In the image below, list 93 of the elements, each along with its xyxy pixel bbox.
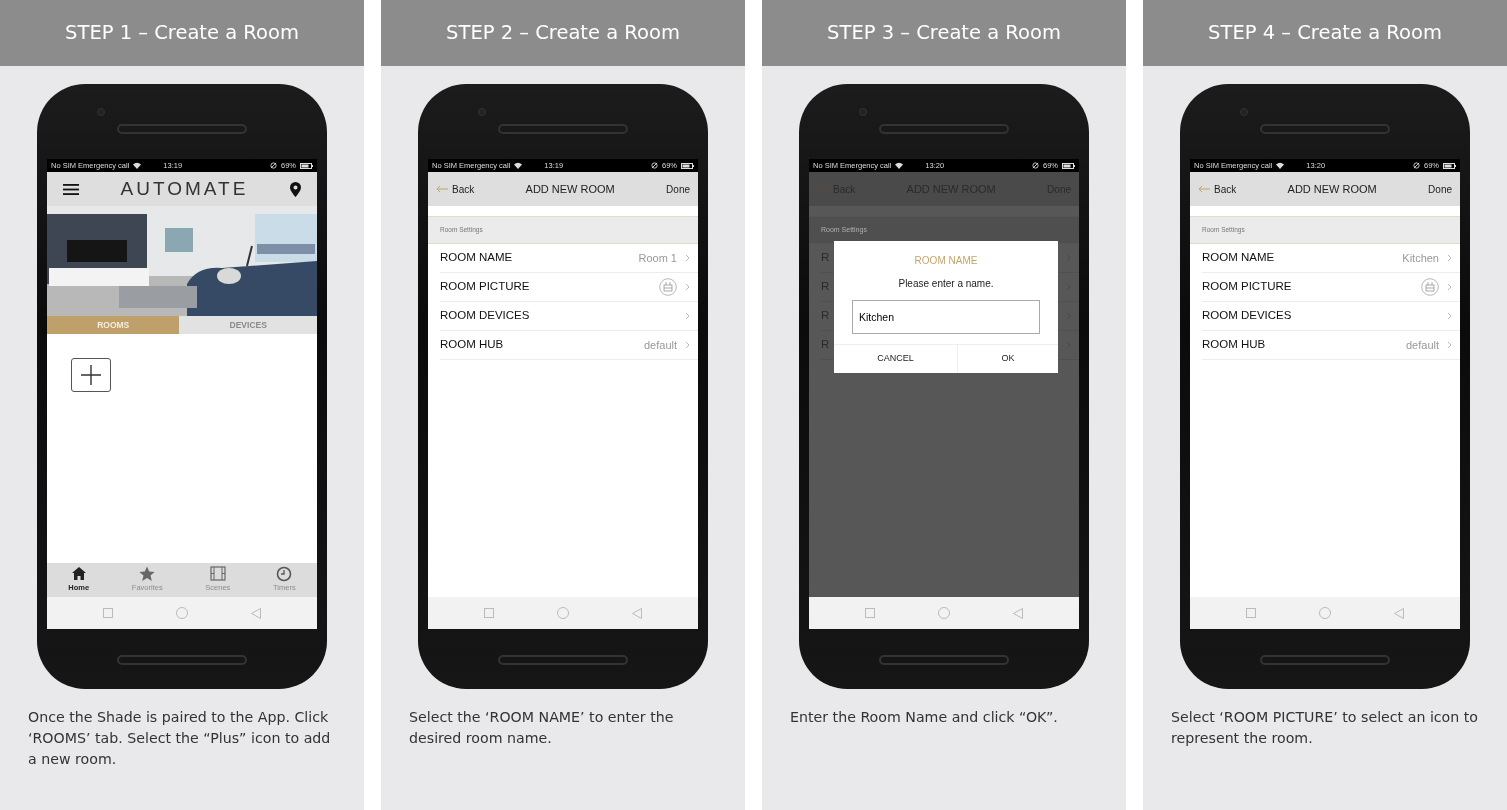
alarm-icon bbox=[1032, 162, 1039, 169]
dialog-button[interactable]: CANCEL bbox=[834, 345, 958, 373]
chevron-icon bbox=[1447, 254, 1452, 262]
chevron-icon bbox=[1447, 312, 1452, 320]
row-label: ROOM DEVICES bbox=[1202, 308, 1292, 324]
chevron-icon bbox=[685, 283, 690, 291]
alarm-icon bbox=[651, 162, 658, 169]
speaker-icon bbox=[1260, 124, 1390, 134]
row-label: ROOM HUB bbox=[440, 337, 504, 353]
step-title: STEP 3 – Create a Room bbox=[827, 20, 1061, 47]
room-icon bbox=[1421, 278, 1439, 296]
settings-row[interactable]: ROOM PICTURE bbox=[1202, 273, 1460, 302]
row-value: Room 1 bbox=[638, 250, 677, 266]
dialog-button[interactable]: OK bbox=[957, 345, 1058, 373]
row-label: ROOM NAME bbox=[1202, 250, 1275, 266]
settings-row[interactable]: ROOM DEVICES bbox=[440, 302, 698, 331]
settings-row[interactable]: ROOM HUB default bbox=[1202, 331, 1460, 360]
back-arrow-icon bbox=[436, 185, 448, 193]
row-value: default bbox=[1405, 337, 1439, 353]
film-icon[interactable] bbox=[209, 565, 226, 582]
row-label: ROOM PICTURE bbox=[1202, 279, 1292, 295]
dialog-message: Please enter a name. bbox=[897, 277, 995, 291]
location-pin-icon[interactable] bbox=[290, 181, 301, 197]
battery-icon bbox=[1443, 162, 1456, 169]
room-icon bbox=[659, 278, 677, 296]
home-button-icon[interactable] bbox=[1319, 607, 1331, 619]
caption-text: Once the Shade is paired to the App. Click ‘ROOMS’ tab. Select the “Plus” icon to add a new room. bbox=[27, 708, 332, 770]
speaker-icon bbox=[1260, 655, 1390, 665]
wifi-icon bbox=[895, 162, 904, 169]
chevron-icon bbox=[1447, 341, 1452, 349]
back-button-icon[interactable] bbox=[1013, 607, 1024, 619]
back-button-icon[interactable] bbox=[251, 607, 262, 619]
done-button[interactable]: Done bbox=[666, 181, 690, 197]
row-label: ROOM PICTURE bbox=[440, 279, 530, 295]
chevron-icon bbox=[685, 254, 690, 262]
home-button-icon[interactable] bbox=[176, 607, 188, 619]
row-value: Kitchen bbox=[1402, 250, 1439, 266]
battery-icon bbox=[681, 162, 694, 169]
plus-icon bbox=[81, 365, 101, 385]
star-icon[interactable] bbox=[139, 565, 156, 582]
speaker-icon bbox=[117, 124, 247, 134]
speaker-icon bbox=[117, 655, 247, 665]
settings-row[interactable]: ROOM NAME Kitchen bbox=[1202, 244, 1460, 273]
clock-icon[interactable] bbox=[276, 565, 293, 582]
menu-icon[interactable] bbox=[63, 183, 79, 195]
back-button[interactable]: Back bbox=[1198, 181, 1237, 197]
speaker-icon bbox=[498, 655, 628, 665]
back-button[interactable]: Back bbox=[436, 181, 475, 197]
step-title: STEP 4 – Create a Room bbox=[1208, 20, 1442, 47]
back-button-icon[interactable] bbox=[1394, 607, 1405, 619]
home-button-icon[interactable] bbox=[557, 607, 569, 619]
home-icon[interactable] bbox=[70, 565, 87, 582]
done-button[interactable]: Done bbox=[1428, 181, 1452, 197]
battery-icon bbox=[1062, 162, 1075, 169]
row-label: ROOM HUB bbox=[1202, 337, 1266, 353]
recent-apps-icon[interactable] bbox=[483, 608, 494, 618]
alarm-icon bbox=[1413, 162, 1420, 169]
dialog-title: ROOM NAME bbox=[913, 254, 979, 268]
battery-icon bbox=[300, 162, 313, 169]
step-title: STEP 2 – Create a Room bbox=[446, 20, 680, 47]
row-label: ROOM NAME bbox=[440, 250, 513, 266]
chevron-icon bbox=[685, 341, 690, 349]
wifi-icon bbox=[514, 162, 523, 169]
recent-apps-icon[interactable] bbox=[102, 608, 113, 618]
speaker-icon bbox=[879, 655, 1009, 665]
chevron-icon bbox=[1447, 283, 1452, 291]
settings-row[interactable]: ROOM DEVICES bbox=[1202, 302, 1460, 331]
screen-title: ADD NEW ROOM bbox=[524, 181, 616, 197]
speaker-icon bbox=[498, 124, 628, 134]
wifi-icon bbox=[1276, 162, 1285, 169]
name-input[interactable]: Kitchen bbox=[852, 300, 1040, 334]
add-room-button[interactable] bbox=[71, 358, 111, 392]
caption-text: Select the ‘ROOM NAME’ to enter the desired room name. bbox=[408, 708, 675, 748]
back-arrow-icon bbox=[1198, 185, 1210, 193]
back-button-icon[interactable] bbox=[632, 607, 643, 619]
alarm-icon bbox=[270, 162, 277, 169]
caption-text: Select ‘ROOM PICTURE’ to select an icon to represent the room. bbox=[1170, 708, 1480, 748]
home-button-icon[interactable] bbox=[938, 607, 950, 619]
settings-row[interactable]: ROOM HUB default bbox=[440, 331, 698, 360]
caption-text: Enter the Room Name and click “OK”. bbox=[789, 708, 1059, 727]
step-title: STEP 1 – Create a Room bbox=[65, 20, 299, 47]
row-label: ROOM DEVICES bbox=[440, 308, 530, 324]
settings-row[interactable]: ROOM PICTURE bbox=[440, 273, 698, 302]
recent-apps-icon[interactable] bbox=[864, 608, 875, 618]
speaker-icon bbox=[879, 124, 1009, 134]
back-arrow-icon bbox=[817, 185, 829, 193]
wifi-icon bbox=[133, 162, 142, 169]
recent-apps-icon[interactable] bbox=[1245, 608, 1256, 618]
app-logo: AUTOMATE bbox=[119, 176, 250, 201]
chevron-icon bbox=[685, 312, 690, 320]
settings-row[interactable]: ROOM NAME Room 1 bbox=[440, 244, 698, 273]
row-value: default bbox=[643, 337, 677, 353]
screen-title: ADD NEW ROOM bbox=[1286, 181, 1378, 197]
